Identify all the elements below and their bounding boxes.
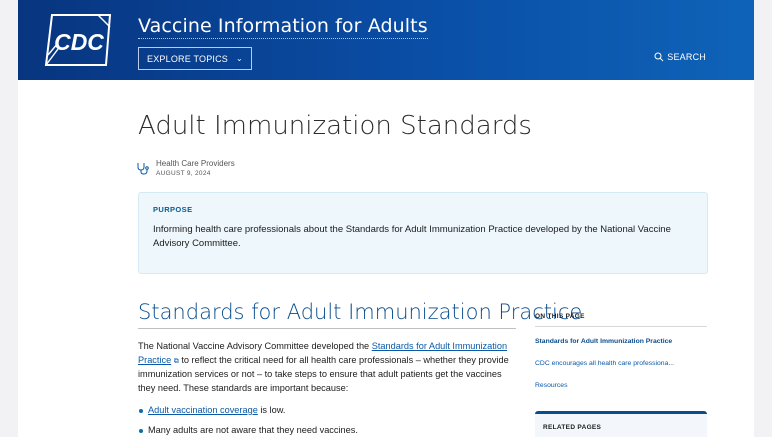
- toc-heading: ON THIS PAGE: [535, 313, 707, 327]
- intro-text-start: The National Vaccine Advisory Committee …: [138, 341, 372, 351]
- search-icon: [654, 52, 664, 62]
- section-heading: Standards for Adult Immunization Practic…: [138, 300, 583, 324]
- site-title[interactable]: Vaccine Information for Adults: [138, 15, 428, 39]
- toc-item-resources[interactable]: Resources: [535, 371, 707, 393]
- intro-text-end: to reflect the critical need for all hea…: [138, 354, 509, 393]
- related-pages-heading: RELATED PAGES: [543, 424, 602, 431]
- logo-text: CDC: [54, 29, 104, 55]
- bullet1-text: is low.: [257, 405, 286, 415]
- publish-date: AUGUST 9, 2024: [156, 170, 211, 177]
- toc-item-cdc-encourages[interactable]: CDC encourages all health care professio…: [535, 349, 707, 371]
- chevron-down-icon: ⌄: [236, 54, 243, 63]
- purpose-label: PURPOSE: [153, 205, 193, 214]
- cdc-logo[interactable]: CDC: [44, 13, 114, 67]
- explore-topics-button[interactable]: EXPLORE TOPICS ⌄: [138, 47, 252, 70]
- audience-label[interactable]: Health Care Providers: [156, 159, 235, 169]
- related-pages-box: RELATED PAGES: [535, 411, 707, 437]
- section-intro: The National Vaccine Advisory Committee …: [138, 340, 518, 395]
- page-title: Adult Immunization Standards: [138, 111, 532, 141]
- search-label: SEARCH: [667, 52, 706, 62]
- toc-item-standards[interactable]: Standards for Adult Immunization Practic…: [535, 327, 707, 349]
- reasons-list: Adult vaccination coverage is low. Many …: [138, 405, 518, 437]
- stethoscope-icon: [137, 163, 149, 175]
- adult-vaccination-coverage-link[interactable]: Adult vaccination coverage: [148, 405, 258, 415]
- explore-topics-label: EXPLORE TOPICS: [147, 53, 228, 64]
- site-header: CDC Vaccine Information for Adults EXPLO…: [18, 0, 754, 80]
- search-button[interactable]: SEARCH: [654, 52, 706, 62]
- section-divider: [138, 328, 516, 329]
- bullet2-text: Many adults are not aware that they need…: [148, 425, 358, 435]
- list-item: Many adults are not aware that they need…: [138, 425, 518, 435]
- page: CDC Vaccine Information for Adults EXPLO…: [18, 0, 754, 437]
- list-item: Adult vaccination coverage is low.: [138, 405, 518, 415]
- purpose-box: PURPOSE Informing health care profession…: [138, 192, 708, 274]
- on-this-page-nav: ON THIS PAGE Standards for Adult Immuniz…: [535, 313, 707, 393]
- purpose-text: Informing health care professionals abou…: [153, 224, 671, 249]
- page-meta: Health Care Providers AUGUST 9, 2024: [136, 159, 235, 179]
